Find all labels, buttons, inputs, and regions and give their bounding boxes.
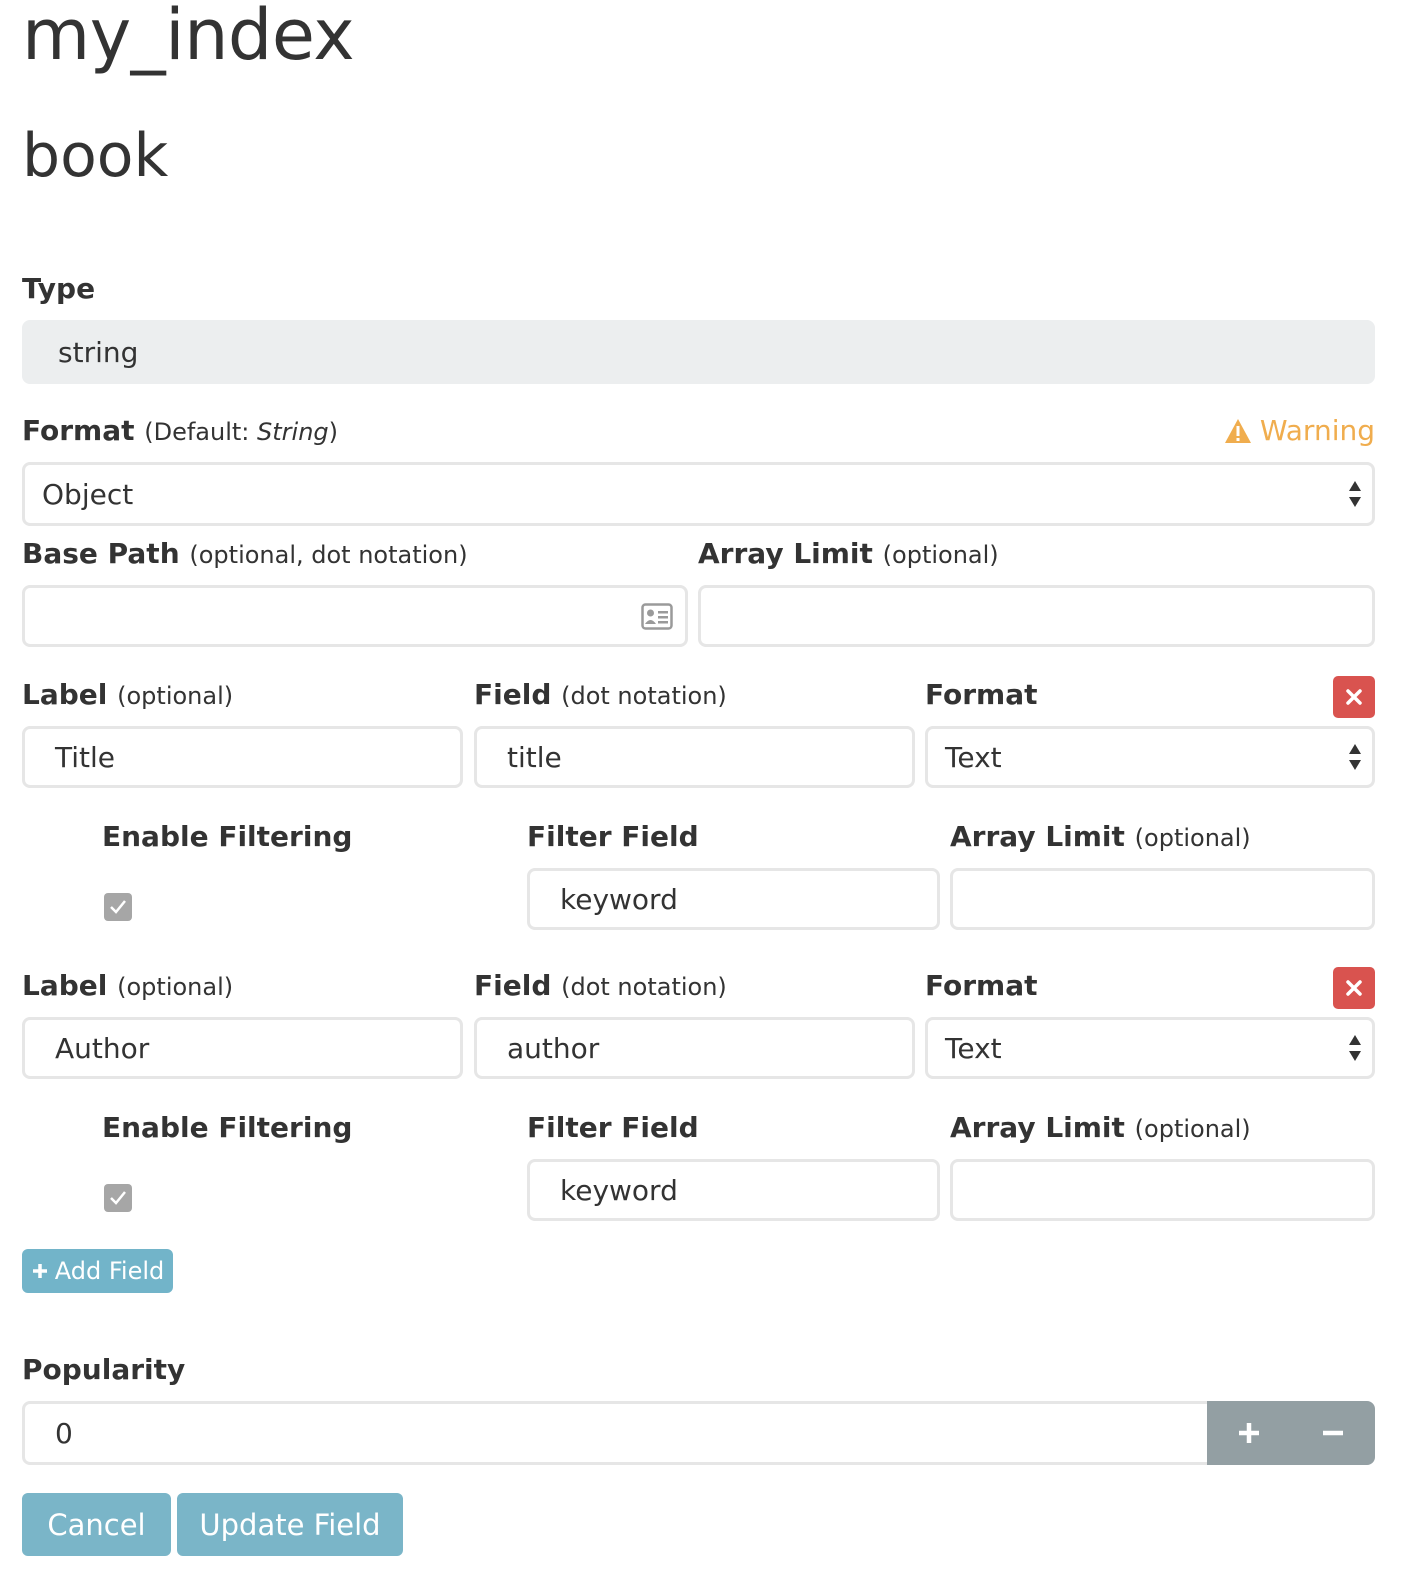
field-1-filter-field-label: Filter Field	[527, 820, 699, 853]
index-name-heading: my_index	[22, 0, 355, 76]
add-field-button[interactable]: Add Field	[22, 1249, 173, 1293]
field-2-enable-filtering-checkbox[interactable]	[104, 1184, 132, 1212]
format-select-value: Object	[42, 477, 134, 511]
popularity-decrement-button[interactable]	[1291, 1401, 1375, 1465]
type-value: string	[58, 335, 139, 369]
field-2-remove-button[interactable]	[1333, 967, 1375, 1009]
select-arrows-icon	[1349, 481, 1361, 507]
field-2-enable-filtering-label: Enable Filtering	[102, 1111, 353, 1144]
popularity-stepper	[1207, 1401, 1375, 1465]
warning-icon	[1224, 418, 1251, 443]
minus-icon	[1323, 1430, 1343, 1436]
popularity-increment-button[interactable]	[1207, 1401, 1291, 1465]
base-path-label: Base Path (optional, dot notation)	[22, 537, 468, 570]
field-1-format-select[interactable]: Text	[925, 726, 1375, 788]
field-2-filter-field-input[interactable]: keyword	[527, 1159, 940, 1221]
array-limit-top-label: Array Limit (optional)	[698, 537, 999, 570]
field-1-label-label: Label (optional)	[22, 678, 234, 711]
field-1-enable-filtering-label: Enable Filtering	[102, 820, 353, 853]
field-2-format-select[interactable]: Text	[925, 1017, 1375, 1079]
field-1-format-label: Format	[925, 678, 1038, 711]
field-2-format-label: Format	[925, 969, 1038, 1002]
field-2-filter-field-label: Filter Field	[527, 1111, 699, 1144]
cancel-button[interactable]: Cancel	[22, 1493, 171, 1556]
checkmark-icon	[110, 1191, 126, 1205]
field-1-remove-button[interactable]	[1333, 676, 1375, 718]
field-2-label-label: Label (optional)	[22, 969, 234, 1002]
array-limit-top-input[interactable]	[698, 585, 1375, 647]
select-arrows-icon	[1349, 744, 1361, 770]
update-field-button[interactable]: Update Field	[177, 1493, 403, 1556]
field-2-field-label: Field (dot notation)	[474, 969, 727, 1002]
field-1-field-input[interactable]: title	[474, 726, 915, 788]
field-2-array-limit-label: Array Limit (optional)	[950, 1111, 1251, 1144]
format-default-hint: (Default: String)	[144, 418, 339, 446]
field-2-label-input[interactable]: Author	[22, 1017, 463, 1079]
format-select[interactable]: Object	[22, 462, 1375, 526]
popularity-input[interactable]: 0	[22, 1401, 1212, 1465]
field-1-field-label: Field (dot notation)	[474, 678, 727, 711]
field-1-array-limit-input[interactable]	[950, 868, 1375, 930]
close-icon	[1346, 980, 1362, 996]
field-1-array-limit-label: Array Limit (optional)	[950, 820, 1251, 853]
format-label: Format (Default: String)	[22, 414, 338, 447]
address-card-icon[interactable]	[641, 603, 673, 630]
field-1-label-input[interactable]: Title	[22, 726, 463, 788]
field-2-field-input[interactable]: author	[474, 1017, 915, 1079]
base-path-input[interactable]	[22, 585, 688, 647]
field-1-enable-filtering-checkbox[interactable]	[104, 893, 132, 921]
type-name-heading: book	[22, 121, 169, 191]
plus-icon	[1239, 1423, 1259, 1443]
close-icon	[1346, 689, 1362, 705]
plus-icon	[32, 1264, 47, 1278]
format-label-text: Format	[22, 414, 135, 447]
field-2-array-limit-input[interactable]	[950, 1159, 1375, 1221]
type-label: Type	[22, 272, 96, 305]
warning-label: Warning	[1259, 414, 1375, 447]
field-1-filter-field-input[interactable]: keyword	[527, 868, 940, 930]
format-warning[interactable]: Warning	[1224, 414, 1375, 447]
type-readonly-field: string	[22, 320, 1375, 384]
popularity-label: Popularity	[22, 1353, 186, 1386]
checkmark-icon	[110, 900, 126, 914]
select-arrows-icon	[1349, 1035, 1361, 1061]
add-field-label: Add Field	[54, 1257, 165, 1285]
